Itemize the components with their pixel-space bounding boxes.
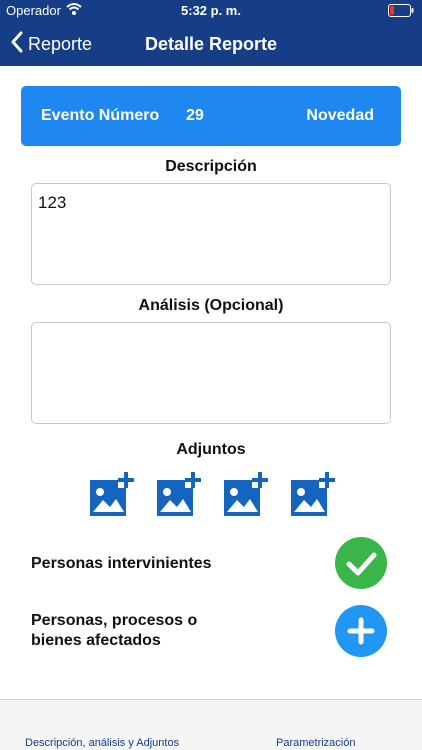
add-image-icon[interactable]	[222, 470, 270, 518]
event-type: Novedad	[306, 107, 374, 124]
battery-icon	[388, 4, 414, 20]
affected-items-label-line1: Personas, procesos o	[31, 612, 198, 629]
event-banner: Evento Número 29 Novedad	[21, 86, 401, 146]
analysis-field[interactable]	[31, 322, 391, 424]
description-field[interactable]: 123	[31, 183, 391, 285]
event-number-label: Evento Número	[41, 107, 160, 124]
add-affected-button[interactable]	[335, 605, 387, 657]
tab-parametrization[interactable]: Parametrización	[276, 737, 355, 749]
attachments-title: Adjuntos	[176, 441, 246, 458]
check-icon	[335, 552, 387, 593]
affected-items-label: Personas, procesos o bienes afectados	[31, 611, 197, 651]
status-time: 5:32 p. m.	[181, 3, 241, 18]
plus-icon	[335, 617, 387, 661]
navigation-bar: Reporte Detalle Reporte	[0, 22, 422, 66]
page-title: Detalle Reporte	[144, 34, 278, 54]
status-bar: Operador 5:32 p. m.	[0, 0, 422, 22]
persons-involved-label: Personas intervinientes	[31, 555, 212, 572]
event-number: 29	[186, 107, 204, 124]
tab-bar: Descripción, análisis y Adjuntos Paramet…	[0, 699, 422, 750]
affected-items-label-line2: bienes afectados	[31, 632, 161, 649]
add-image-icon[interactable]	[88, 470, 136, 518]
description-title: Descripción	[165, 158, 257, 175]
add-image-icon[interactable]	[155, 470, 203, 518]
add-image-icon[interactable]	[289, 470, 337, 518]
analysis-title: Análisis (Opcional)	[138, 297, 284, 314]
persons-involved-button[interactable]	[335, 537, 387, 589]
tab-description[interactable]: Descripción, análisis y Adjuntos	[25, 737, 179, 749]
